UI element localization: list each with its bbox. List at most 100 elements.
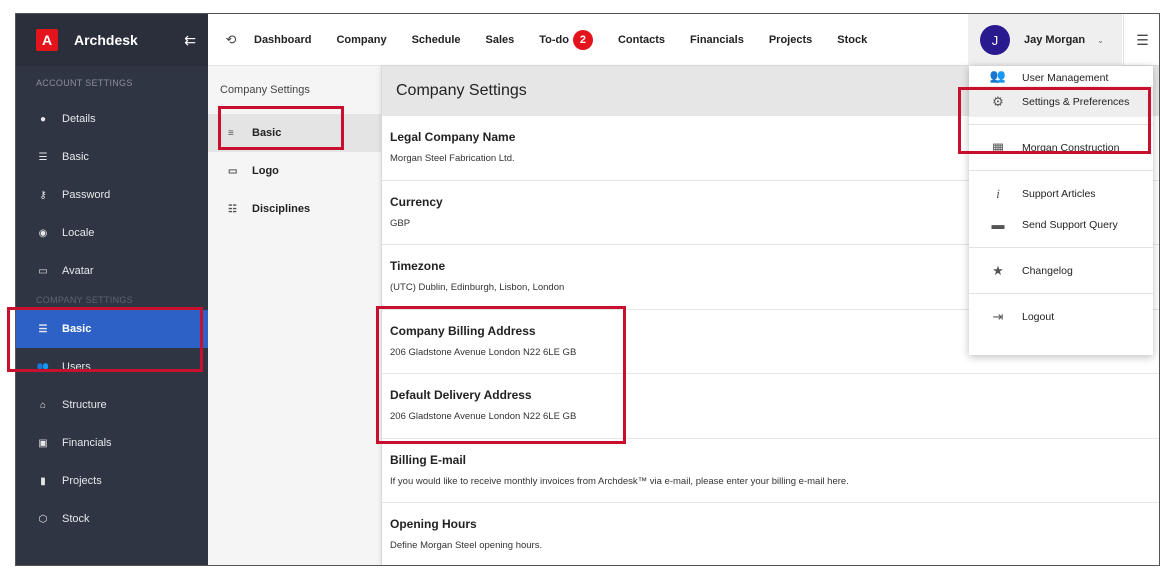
subnav-item-disciplines[interactable]: ☷ Disciplines: [208, 190, 381, 228]
sidebar-item-label: Stock: [62, 513, 90, 525]
info-icon: i: [996, 185, 1000, 201]
sidebar-item-label: Structure: [62, 399, 107, 411]
history-icon[interactable]: ⟲: [208, 32, 254, 48]
field-default-delivery-address[interactable]: Default Delivery Address 206 Gladstone A…: [382, 374, 1159, 439]
gear-icon: ⚙: [992, 93, 1004, 109]
field-label: Default Delivery Address: [390, 388, 532, 402]
key-icon: ⚷: [39, 189, 47, 201]
menu-item-settings-preferences[interactable]: ⚙ Settings & Preferences: [969, 86, 1153, 117]
company-settings-heading: COMPANY SETTINGS: [36, 295, 133, 305]
menu-divider: [969, 124, 1153, 125]
sidebar-item-users[interactable]: 👥 Users: [16, 348, 208, 386]
sidebar-item-avatar[interactable]: ▭ Avatar: [16, 252, 208, 290]
star-icon: ★: [992, 262, 1004, 278]
sidebar-item-password[interactable]: ⚷ Password: [16, 176, 208, 214]
monitor-icon: ▭: [228, 165, 238, 177]
menu-item-user-management[interactable]: 👥 User Management: [969, 66, 1153, 86]
field-billing-email[interactable]: Billing E-mail If you would like to rece…: [382, 439, 1159, 503]
sidebar-item-label: Avatar: [62, 265, 94, 277]
nav-company[interactable]: Company: [336, 34, 386, 46]
user-menu-toggle[interactable]: J Jay Morgan ⌄: [968, 14, 1122, 66]
menu-item-logout[interactable]: ⇥ Logout: [969, 301, 1153, 332]
sidebar-item-label: Details: [62, 113, 96, 125]
chevron-down-icon: ⌄: [1097, 35, 1104, 45]
sidebar-item-label: Users: [62, 361, 91, 373]
menu-divider: [969, 247, 1153, 248]
subnav-item-basic[interactable]: ≡ Basic: [208, 114, 381, 152]
field-label: Opening Hours: [390, 517, 477, 531]
menu-item-label: Logout: [1022, 310, 1055, 323]
sidebar-item-basic-company[interactable]: ☰ Basic: [16, 310, 208, 348]
menu-item-send-support-query[interactable]: ▬ Send Support Query: [969, 209, 1153, 240]
subnav-item-label: Basic: [252, 127, 282, 139]
field-opening-hours[interactable]: Opening Hours Define Morgan Steel openin…: [382, 503, 1159, 565]
nav-todo[interactable]: To-do 2: [539, 29, 593, 50]
sidebar: A Archdesk ⇇ ACCOUNT SETTINGS ● Details …: [16, 14, 208, 565]
menu-item-label: User Management: [1022, 72, 1109, 84]
chat-icon: ▬: [991, 217, 1005, 232]
list-icon: ≡: [228, 127, 234, 139]
user-dropdown-menu: 👥 User Management ⚙ Settings & Preferenc…: [969, 66, 1153, 355]
account-settings-heading: ACCOUNT SETTINGS: [36, 78, 133, 88]
field-value: Define Morgan Steel opening hours.: [390, 540, 543, 551]
money-icon: ▣: [38, 437, 48, 449]
nav-todo-label: To-do: [539, 33, 569, 46]
sidebar-item-stock[interactable]: ⬡ Stock: [16, 500, 208, 538]
avatar: J: [980, 25, 1010, 55]
sidebar-item-details[interactable]: ● Details: [16, 100, 208, 138]
app-name[interactable]: Archdesk: [74, 32, 184, 48]
menu-list-icon[interactable]: ☰: [1123, 14, 1159, 66]
user-name: Jay Morgan: [1024, 34, 1086, 46]
subnav-title: Company Settings: [220, 84, 310, 96]
clipboard-icon: ▮: [40, 475, 46, 487]
archdesk-logo[interactable]: A: [36, 29, 58, 51]
menu-item-morgan-construction[interactable]: ▦ Morgan Construction: [969, 132, 1153, 163]
sidebar-item-label: Basic: [62, 323, 92, 335]
menu-item-label: Settings & Preferences: [1022, 95, 1130, 108]
menu-item-changelog[interactable]: ★ Changelog: [969, 255, 1153, 286]
sidebar-item-label: Password: [62, 189, 111, 201]
field-value: 206 Gladstone Avenue London N22 6LE GB: [390, 411, 577, 422]
sidebar-item-projects[interactable]: ▮ Projects: [16, 462, 208, 500]
nav-schedule[interactable]: Schedule: [412, 34, 461, 46]
nav-contacts[interactable]: Contacts: [618, 34, 665, 46]
nav-dashboard[interactable]: Dashboard: [254, 34, 311, 46]
compass-icon: ◉: [38, 227, 48, 239]
subnav-item-label: Disciplines: [252, 203, 311, 215]
sidebar-item-basic-account[interactable]: ☰ Basic: [16, 138, 208, 176]
sidebar-item-label: Locale: [62, 227, 95, 239]
subnav-item-logo[interactable]: ▭ Logo: [208, 152, 381, 190]
field-value: If you would like to receive monthly inv…: [390, 475, 849, 487]
sidebar-item-structure[interactable]: ⌂ Structure: [16, 386, 208, 424]
users-icon: 👥: [36, 361, 50, 373]
menu-item-support-articles[interactable]: i Support Articles: [969, 178, 1153, 209]
field-label: Billing E-mail: [390, 452, 467, 467]
nav-stock[interactable]: Stock: [837, 34, 867, 46]
person-icon: ●: [39, 113, 47, 125]
nav-projects[interactable]: Projects: [769, 34, 812, 46]
users-icon: 👥: [989, 68, 1007, 83]
top-navigation: ⟲ Dashboard Company Schedule Sales To-do…: [208, 14, 1159, 66]
sidebar-item-locale[interactable]: ◉ Locale: [16, 214, 208, 252]
sidebar-item-label: Basic: [62, 151, 89, 163]
bullet-list-icon: ☷: [228, 203, 237, 215]
sidebar-item-financials[interactable]: ▣ Financials: [16, 424, 208, 462]
logout-icon: ⇥: [992, 308, 1004, 324]
brand-bar: A Archdesk ⇇: [16, 14, 208, 66]
todo-count-badge: 2: [572, 29, 593, 50]
nav-financials[interactable]: Financials: [690, 34, 744, 46]
menu-item-label: Morgan Construction: [1022, 141, 1120, 154]
sidebar-item-label: Projects: [62, 475, 102, 487]
nav-sales[interactable]: Sales: [486, 34, 515, 46]
list-icon: ☰: [38, 151, 48, 163]
subnav-item-label: Logo: [252, 165, 279, 177]
app-window: A Archdesk ⇇ ACCOUNT SETTINGS ● Details …: [15, 13, 1160, 566]
menu-item-label: Changelog: [1022, 264, 1073, 277]
menu-divider: [969, 293, 1153, 294]
sidebar-item-label: Financials: [62, 437, 112, 449]
collapse-sidebar-icon[interactable]: ⇇: [184, 32, 196, 49]
menu-item-label: Send Support Query: [1022, 218, 1118, 231]
cube-icon: ⬡: [38, 513, 48, 525]
menu-divider: [969, 170, 1153, 171]
list-icon: ☰: [38, 323, 48, 335]
